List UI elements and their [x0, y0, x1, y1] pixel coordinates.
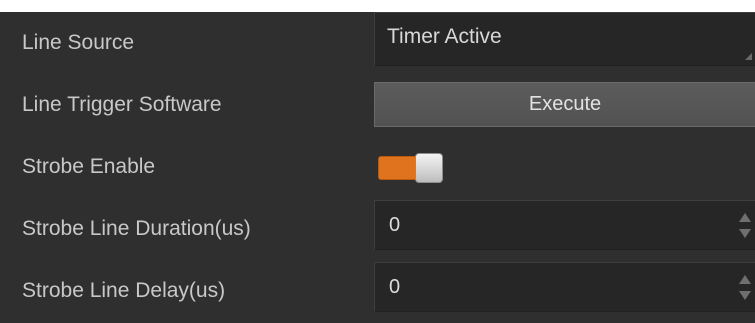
strobe-line-delay-input[interactable]: 0: [374, 262, 755, 312]
strobe-line-delay-value: 0: [389, 276, 401, 298]
spin-down-arrow-icon[interactable]: [739, 229, 751, 238]
toggle-knob[interactable]: [415, 153, 443, 183]
spin-down-arrow-icon[interactable]: [739, 291, 751, 300]
dropdown-corner-icon: [745, 53, 752, 60]
strobe-line-duration-label: Strobe Line Duration(us): [22, 217, 251, 240]
line-source-dropdown[interactable]: Timer Active: [374, 12, 755, 66]
strobe-line-delay-row: Strobe Line Delay(us) 0: [0, 260, 755, 322]
property-panel: Line Source Timer Active Line Trigger So…: [0, 12, 755, 323]
strobe-line-delay-label: Strobe Line Delay(us): [22, 279, 226, 302]
execute-button[interactable]: Execute: [374, 82, 755, 127]
line-source-label: Line Source: [22, 31, 135, 54]
line-trigger-software-label: Line Trigger Software: [22, 93, 222, 116]
strobe-line-duration-input[interactable]: 0: [374, 200, 755, 250]
strobe-enable-toggle[interactable]: [378, 153, 443, 183]
line-source-row: Line Source Timer Active: [0, 12, 755, 74]
strobe-line-duration-value: 0: [389, 214, 401, 236]
spin-up-arrow-icon[interactable]: [739, 275, 751, 284]
line-trigger-software-row: Line Trigger Software Execute: [0, 74, 755, 136]
strobe-enable-row: Strobe Enable: [0, 136, 755, 198]
spin-arrows: [739, 213, 751, 241]
spin-up-arrow-icon[interactable]: [739, 213, 751, 222]
toggle-track: [378, 156, 418, 180]
spin-arrows: [739, 275, 751, 303]
strobe-line-duration-row: Strobe Line Duration(us) 0: [0, 198, 755, 260]
strobe-enable-label: Strobe Enable: [22, 155, 156, 178]
line-source-value: Timer Active: [387, 25, 502, 48]
